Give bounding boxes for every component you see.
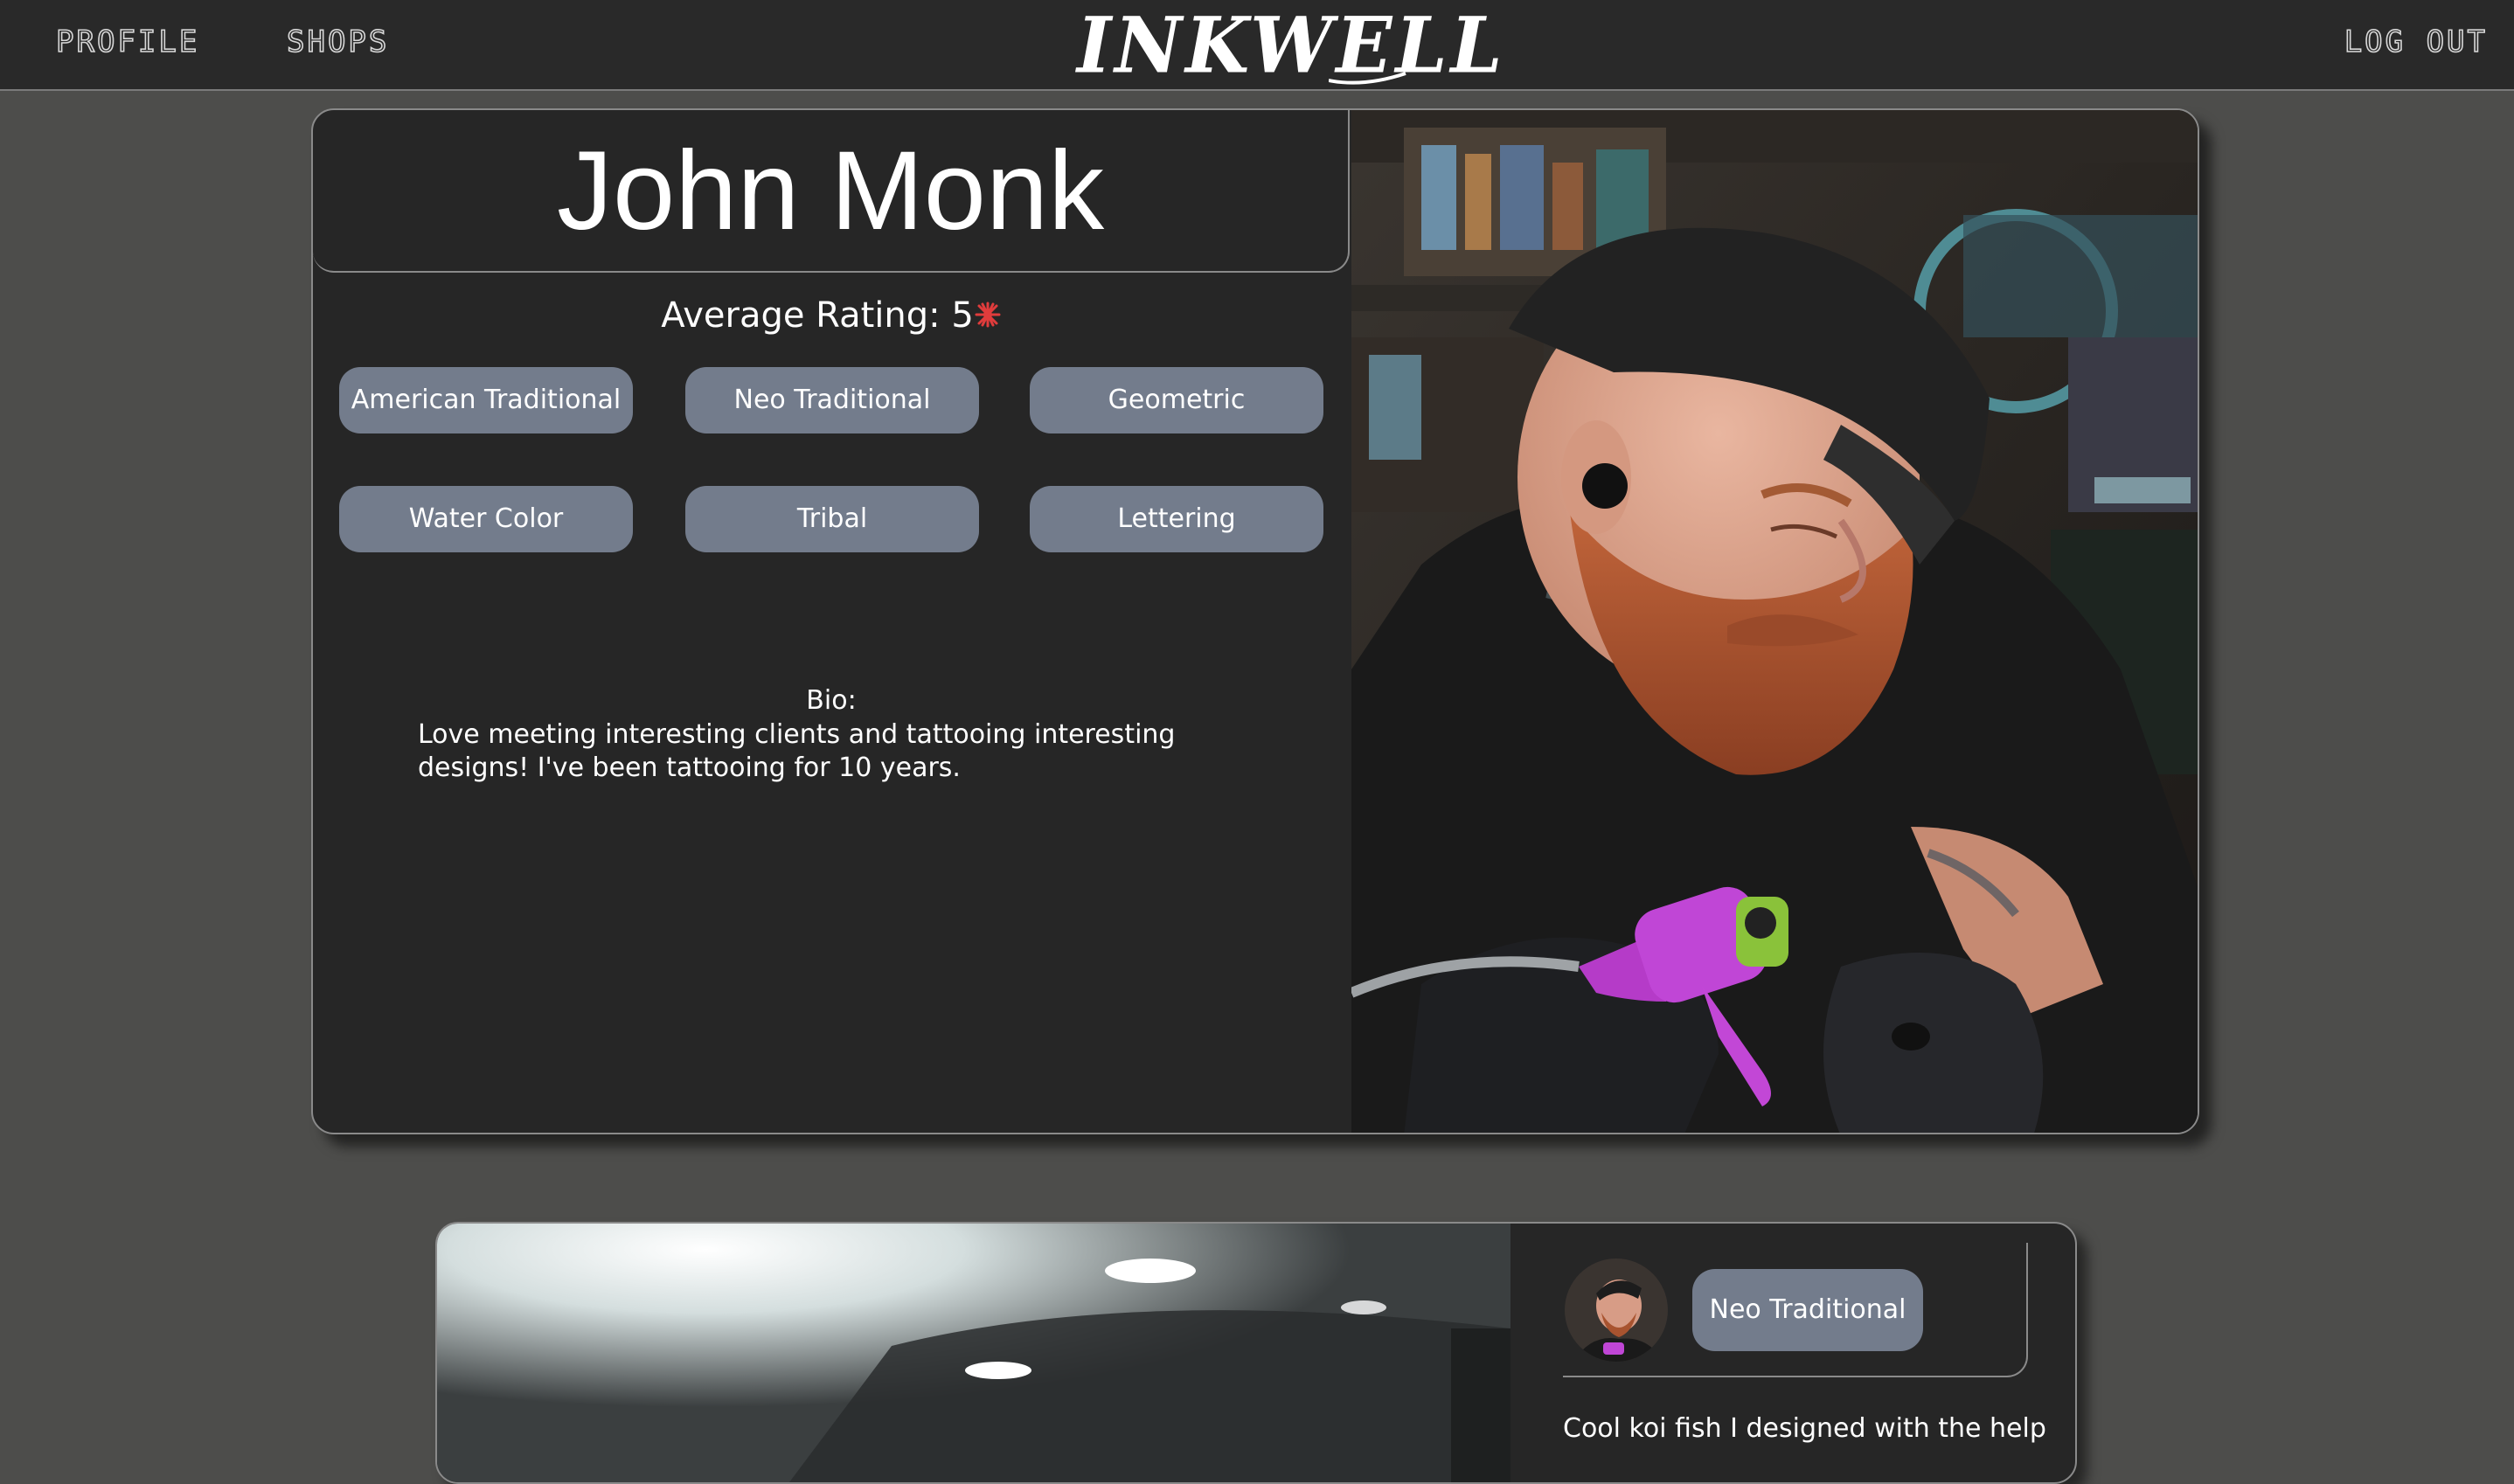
artist-avatar[interactable] [1565,1259,1668,1362]
bio-text: Love meeting interesting clients and tat… [418,719,1176,783]
nav-profile-link[interactable]: PROFILE [55,24,199,60]
style-tag-lettering[interactable]: Lettering [1030,486,1323,552]
artist-name-header: John Monk [313,110,1350,273]
style-tag-water-color[interactable]: Water Color [339,486,633,552]
artist-photo [1351,110,2198,1133]
post-style-tag[interactable]: Neo Traditional [1692,1269,1923,1351]
style-tag-neo-traditional[interactable]: Neo Traditional [685,367,979,433]
bio-label: Bio: [806,685,857,716]
rating-label: Average Rating: 5 [661,295,974,336]
style-tag-tribal[interactable]: Tribal [685,486,979,552]
post-meta-header: Neo Traditional [1563,1243,2028,1377]
artist-name: John Monk [556,128,1105,253]
logo-swash-decoration [1329,72,1406,85]
post-photo[interactable] [437,1224,1510,1482]
average-rating: Average Rating: 5 [313,295,1350,336]
logout-link[interactable]: LOG OUT [2344,24,2488,60]
post-caption: Cool koi fish I designed with the help [1563,1413,2046,1444]
nav-shops-link[interactable]: SHOPS [286,24,389,60]
style-tag-american-traditional[interactable]: American Traditional [339,367,633,433]
post-card: Neo Traditional Cool koi fish I designed… [435,1222,2077,1484]
top-navigation-bar: PROFILE SHOPS INKWELL LOG OUT [0,0,2514,91]
style-tag-geometric[interactable]: Geometric [1030,367,1323,433]
red-star-icon [975,302,1001,328]
artist-profile-card: John Monk Average Rating: 5 American Tra… [311,108,2199,1134]
